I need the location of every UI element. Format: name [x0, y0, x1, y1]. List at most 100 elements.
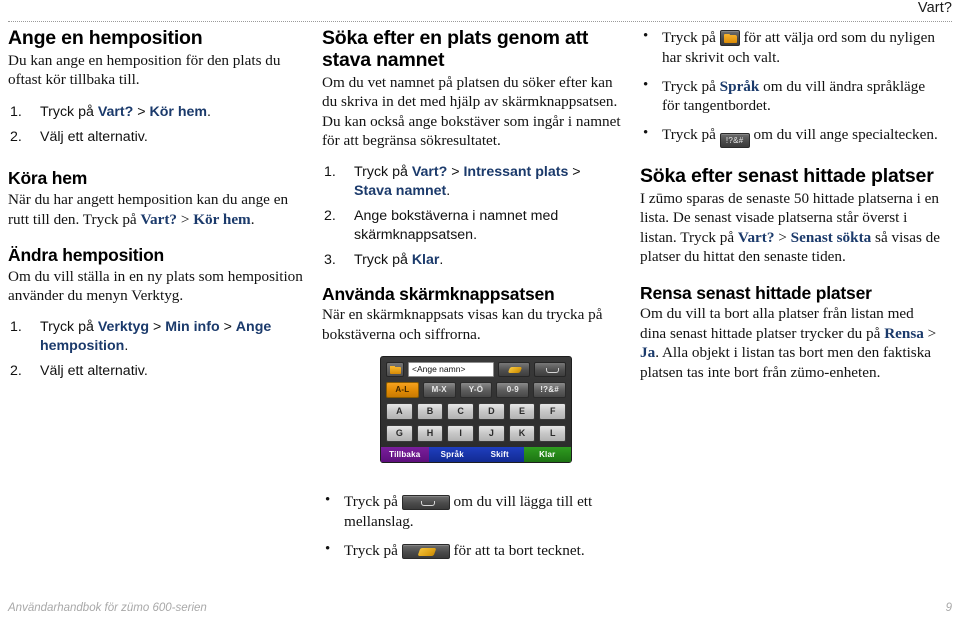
step-item: 3. Tryck på Klar. — [322, 251, 622, 270]
steps-stava-namnet: 1. Tryck på Vart? > Intressant plats > St… — [322, 163, 622, 269]
steps-ange-en-hemposition: 1. Tryck på Vart? > Kör hem. 2. Välj ett a… — [8, 103, 304, 147]
keypad-key-l[interactable]: L — [539, 425, 567, 443]
backspace-key-icon — [401, 543, 450, 559]
step-text-mid: > — [447, 164, 464, 181]
bullet-dot: • — [325, 492, 331, 508]
keypad-button-skift[interactable]: Skift — [476, 447, 524, 463]
keypad-footer-row: Tillbaka Språk Skift Klar — [381, 447, 571, 463]
keypad-mode-0-9[interactable]: 0-9 — [496, 382, 530, 399]
bottom-tips-block: • Tryck på om du vill lägga till ett mell… — [322, 492, 642, 569]
section-body-anvanda-skarmknappsatsen: När en skärmknappsats visas kan du tryck… — [322, 306, 603, 343]
keypad-button-klar[interactable]: Klar — [523, 447, 571, 463]
folder-icon[interactable] — [386, 362, 404, 378]
step-number: 3. — [324, 251, 336, 268]
keypad-key-j[interactable]: J — [478, 425, 505, 443]
list-item: • Tryck på Språk om du vill ändra språklä… — [640, 77, 940, 117]
keypad-button-sprak[interactable]: Språk — [428, 447, 476, 463]
step-text-pre: Välj ett alternativ. — [40, 363, 148, 380]
ui-term: Min info — [165, 319, 220, 336]
bullet-dot: • — [643, 28, 649, 44]
bullet-dot: • — [325, 540, 331, 557]
keypad-letter-row-1: A B C D E F — [386, 403, 567, 421]
keypad-mode-m-x[interactable]: M-X — [422, 382, 456, 399]
keypad-name-input[interactable]: <Ange namn> — [408, 362, 494, 378]
keypad-key-e[interactable]: E — [508, 403, 536, 421]
section-body-ange-en-hemposition: Du kan ange en hemposition för den plats… — [8, 51, 281, 89]
keypad-tips-list: • Tryck på för att välja ord som du nylig… — [640, 28, 940, 148]
keypad-screenshot-wrapper: <Ange namn> A-L M-X Y-Ö 0-9 !?&# A B C D… — [322, 356, 622, 464]
ui-term: Kör hem — [193, 210, 251, 228]
step-item: 2. Ange bokstäverna i namnet med skärmkna… — [322, 207, 622, 245]
keypad-key-c[interactable]: C — [447, 403, 475, 421]
step-number: 1. — [10, 103, 22, 120]
step-text-post: . — [124, 338, 129, 355]
symbols-key-icon: !?&# — [719, 133, 750, 148]
step-item: 2. Välj ett alternativ. — [8, 362, 304, 381]
keypad-key-i[interactable]: I — [447, 425, 475, 443]
keypad-key-f[interactable]: F — [539, 403, 567, 421]
step-text-mid: > — [133, 103, 150, 120]
keypad-mode-a-l[interactable]: A-L — [386, 382, 419, 399]
keypad-key-b[interactable]: B — [416, 403, 444, 421]
keypad-mode-symbols[interactable]: !?&# — [533, 382, 566, 399]
header-divider — [8, 21, 952, 22]
keypad-button-tillbaka[interactable]: Tillbaka — [381, 447, 429, 463]
column-right: • Tryck på för att välja ord som du nylig… — [640, 28, 940, 463]
step-text-mid2: > — [219, 319, 236, 336]
page-footer: Användarhandbok för zümo 600-serien 9 — [8, 602, 952, 618]
body-mid: > — [774, 228, 791, 246]
bullet-text-pre: Tryck på — [662, 77, 720, 95]
step-item: 1. Tryck på Verktyg > Min info > Ange hem… — [8, 318, 304, 356]
step-number: 1. — [324, 164, 336, 181]
body-pre: Om du vill ta bort alla platser från lis… — [640, 305, 914, 342]
erase-icon[interactable] — [498, 362, 530, 378]
section-title-anvanda-skarmknappsatsen: Använda skärmknappsatsen — [322, 283, 555, 304]
ui-term: Ja — [640, 344, 656, 362]
step-number: 2. — [324, 208, 336, 225]
step-text-mid: > — [149, 319, 166, 336]
keypad-letter-row-2: G H I J K L — [386, 425, 567, 443]
keypad-key-g[interactable]: G — [386, 425, 413, 443]
section-title-rensa-senast-hittade: Rensa senast hittade platser — [640, 282, 872, 303]
body-mid: > — [923, 324, 937, 342]
space-icon[interactable] — [534, 362, 566, 378]
keypad-mode-y-o[interactable]: Y-Ö — [459, 382, 493, 399]
manual-page: Vart? Ange en hemposition Du kan ange en… — [0, 0, 960, 630]
section-body-rensa-senast-hittade: Om du vill ta bort alla platser från lis… — [640, 304, 940, 382]
section-title-ange-en-hemposition: Ange en hemposition — [8, 27, 203, 49]
keypad-key-k[interactable]: K — [508, 425, 536, 443]
steps-andra-hemposition: 1. Tryck på Verktyg > Min info > Ange hem… — [8, 318, 304, 381]
step-text-mid2: > — [568, 164, 581, 181]
content-columns: Ange en hemposition Du kan ange en hempo… — [8, 27, 952, 464]
list-item: • Tryck på !?&# om du vill ange specialte… — [640, 125, 940, 148]
body-post: . — [250, 210, 255, 228]
bullet-dot: • — [643, 125, 649, 141]
body-mid: > — [177, 210, 194, 228]
section-body-kora-hem: När du har angett hemposition kan du ang… — [8, 190, 304, 229]
step-text-pre: Välj ett alternativ. — [40, 128, 148, 145]
step-text-post: . — [207, 103, 211, 120]
body-post: . Alla objekt i listan tas bort men den … — [640, 344, 932, 381]
section-title-soka-efter-en-plats: Söka efter en plats genom att stava namn… — [322, 27, 589, 71]
step-number: 2. — [10, 128, 22, 145]
step-number: 1. — [10, 319, 22, 336]
header-title: Vart? — [917, 0, 952, 16]
list-item: • Tryck på för att välja ord som du nylig… — [640, 28, 940, 68]
step-text-pre: Tryck på — [354, 251, 412, 268]
keypad-key-a[interactable]: A — [386, 403, 413, 421]
step-text-post: . — [446, 183, 451, 200]
ui-term: Vart? — [140, 210, 178, 228]
list-item: • Tryck på om du vill lägga till ett mell… — [322, 492, 642, 532]
list-item: • Tryck på för att ta bort tecknet. — [322, 541, 642, 561]
keypad-key-d[interactable]: D — [478, 403, 505, 421]
keypad-key-h[interactable]: H — [416, 425, 444, 443]
folder-key-icon — [719, 30, 740, 46]
footer-page-number: 9 — [945, 602, 952, 614]
page-header: Vart? — [8, 0, 952, 26]
section-body-soka-senast-hittade: I zūmo sparas de senaste 50 hittade plat… — [640, 189, 940, 267]
ui-term: Klar — [411, 251, 440, 268]
